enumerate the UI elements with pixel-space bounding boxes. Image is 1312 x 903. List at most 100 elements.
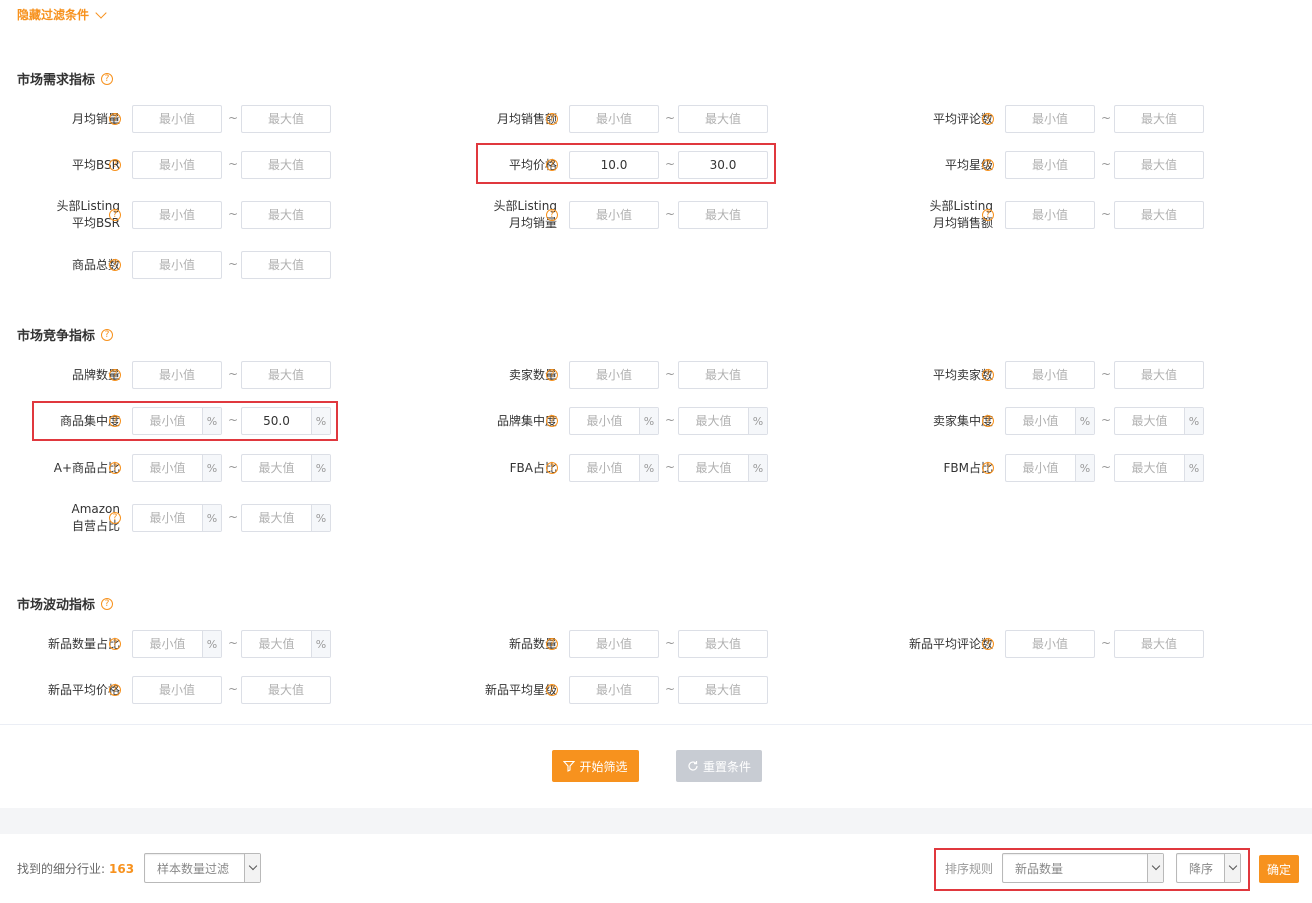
max-value-input[interactable] [242, 505, 311, 531]
min-value-input[interactable] [133, 408, 202, 434]
help-icon[interactable]: ? [109, 684, 121, 696]
help-icon[interactable]: ? [109, 512, 121, 524]
max-value-input[interactable] [679, 408, 748, 434]
max-value-input[interactable] [242, 202, 330, 228]
help-icon[interactable]: ? [109, 462, 121, 474]
max-value-input[interactable] [1115, 106, 1203, 132]
min-value-input[interactable] [1006, 362, 1094, 388]
max-value-input[interactable] [679, 106, 767, 132]
filter-field-new-ratio: 新品数量占比?%%~ [17, 630, 337, 658]
help-icon[interactable]: ? [546, 462, 558, 474]
help-icon[interactable]: ? [982, 369, 994, 381]
max-value-input[interactable] [679, 677, 767, 703]
max-value-input[interactable] [1115, 362, 1203, 388]
max-value-input[interactable] [1115, 631, 1203, 657]
help-icon[interactable]: ? [109, 638, 121, 650]
min-value-input[interactable] [1006, 106, 1094, 132]
divider [0, 724, 1312, 725]
max-value-input[interactable] [679, 362, 767, 388]
min-value-input[interactable] [133, 202, 221, 228]
min-value-input[interactable] [133, 505, 202, 531]
help-icon[interactable]: ? [546, 415, 558, 427]
help-icon[interactable]: ? [982, 209, 994, 221]
help-icon[interactable]: ? [546, 209, 558, 221]
max-value-input[interactable] [242, 677, 330, 703]
help-icon[interactable]: ? [101, 328, 114, 341]
max-value-input[interactable] [242, 252, 330, 278]
help-icon[interactable]: ? [546, 369, 558, 381]
min-value-input[interactable] [1006, 408, 1075, 434]
min-value-input[interactable] [133, 152, 221, 178]
help-icon[interactable]: ? [109, 159, 121, 171]
min-value-input[interactable] [133, 252, 221, 278]
sort-order-select[interactable]: 降序 [1176, 853, 1241, 883]
reset-button[interactable]: 重置条件 [676, 750, 762, 782]
percent-suffix: % [1184, 408, 1203, 434]
min-value-input[interactable] [570, 106, 658, 132]
min-value-input[interactable] [570, 408, 639, 434]
help-icon[interactable]: ? [982, 638, 994, 650]
range-separator: ~ [665, 460, 676, 474]
found-count: 找到的细分行业: 163 [17, 860, 134, 877]
help-icon[interactable]: ? [109, 209, 121, 221]
max-value-box [241, 361, 331, 389]
max-value-input[interactable] [679, 631, 767, 657]
max-value-input[interactable] [1115, 152, 1203, 178]
sample-filter-select[interactable]: 样本数量过滤 [144, 853, 261, 883]
help-icon[interactable]: ? [109, 113, 121, 125]
min-value-box [569, 361, 659, 389]
min-value-input[interactable] [133, 455, 202, 481]
min-value-input[interactable] [133, 362, 221, 388]
help-icon[interactable]: ? [546, 159, 558, 171]
filter-field-top-sales: 头部Listing月均销量?~ [454, 199, 774, 230]
max-value-input[interactable] [1115, 455, 1184, 481]
min-value-input[interactable] [133, 677, 221, 703]
help-icon[interactable]: ? [109, 415, 121, 427]
help-icon[interactable]: ? [101, 72, 114, 85]
max-value-input[interactable] [242, 106, 330, 132]
help-icon[interactable]: ? [982, 462, 994, 474]
max-value-input[interactable] [242, 455, 311, 481]
min-value-input[interactable] [570, 455, 639, 481]
help-icon[interactable]: ? [982, 113, 994, 125]
help-icon[interactable]: ? [982, 159, 994, 171]
min-value-input[interactable] [570, 362, 658, 388]
min-value-box [1005, 630, 1095, 658]
confirm-button[interactable]: 确定 [1259, 855, 1299, 883]
min-value-input[interactable] [570, 677, 658, 703]
max-value-input[interactable] [242, 408, 311, 434]
help-icon[interactable]: ? [546, 113, 558, 125]
max-value-input[interactable] [679, 202, 767, 228]
max-value-input[interactable] [242, 631, 311, 657]
max-value-input[interactable] [1115, 202, 1203, 228]
min-value-input[interactable] [1006, 631, 1094, 657]
help-icon[interactable]: ? [109, 259, 121, 271]
sort-field-select[interactable]: 新品数量 [1002, 853, 1164, 883]
max-value-input[interactable] [242, 152, 330, 178]
max-value-input[interactable] [679, 152, 767, 178]
start-filter-button[interactable]: 开始筛选 [552, 750, 639, 782]
max-value-input[interactable] [1115, 408, 1184, 434]
hide-filters-toggle[interactable]: 隐藏过滤条件 [17, 6, 107, 23]
min-value-input[interactable] [133, 106, 221, 132]
max-value-box: % [678, 454, 768, 482]
min-value-input[interactable] [1006, 202, 1094, 228]
max-value-input[interactable] [242, 362, 330, 388]
help-icon[interactable]: ? [101, 597, 114, 610]
min-value-input[interactable] [570, 631, 658, 657]
percent-suffix: % [311, 631, 330, 657]
help-icon[interactable]: ? [546, 684, 558, 696]
min-value-input[interactable] [570, 152, 658, 178]
section-title-text: 市场需求指标 [17, 73, 96, 88]
help-icon[interactable]: ? [982, 415, 994, 427]
min-value-input[interactable] [570, 202, 658, 228]
min-value-input[interactable] [1006, 152, 1094, 178]
min-value-input[interactable] [133, 631, 202, 657]
max-value-box [1114, 201, 1204, 229]
help-icon[interactable]: ? [546, 638, 558, 650]
min-value-box [569, 151, 659, 179]
help-icon[interactable]: ? [109, 369, 121, 381]
max-value-input[interactable] [679, 455, 748, 481]
min-value-input[interactable] [1006, 455, 1075, 481]
section-title-volatility: 市场波动指标 ? [17, 594, 114, 613]
